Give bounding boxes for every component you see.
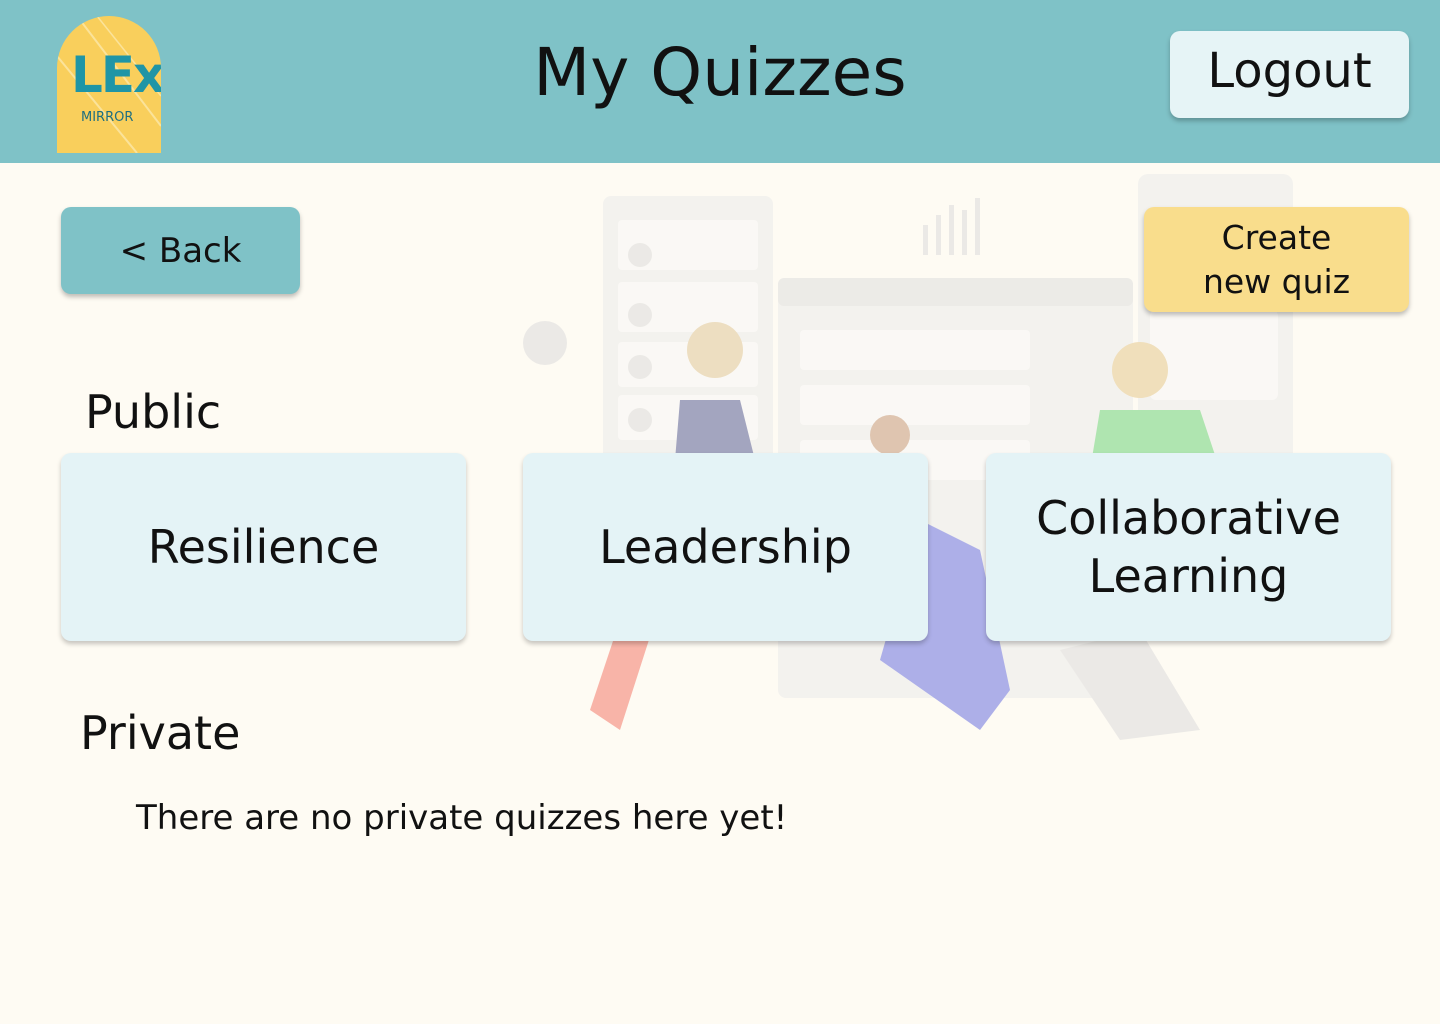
logout-button[interactable]: Logout: [1170, 31, 1409, 118]
quiz-card-leadership[interactable]: Leadership: [523, 453, 928, 641]
private-section-heading: Private: [80, 706, 241, 760]
quiz-card-collaborative-learning[interactable]: Collaborative Learning: [986, 453, 1391, 641]
quiz-card-resilience[interactable]: Resilience: [61, 453, 466, 641]
create-new-quiz-button[interactable]: Create new quiz: [1144, 207, 1409, 312]
logo-subtext: MIRROR: [81, 110, 134, 125]
public-section-heading: Public: [85, 385, 222, 439]
header-bar: LEx MIRROR My Quizzes Logout: [0, 0, 1440, 163]
private-empty-message: There are no private quizzes here yet!: [136, 798, 788, 838]
back-button[interactable]: < Back: [61, 207, 300, 294]
